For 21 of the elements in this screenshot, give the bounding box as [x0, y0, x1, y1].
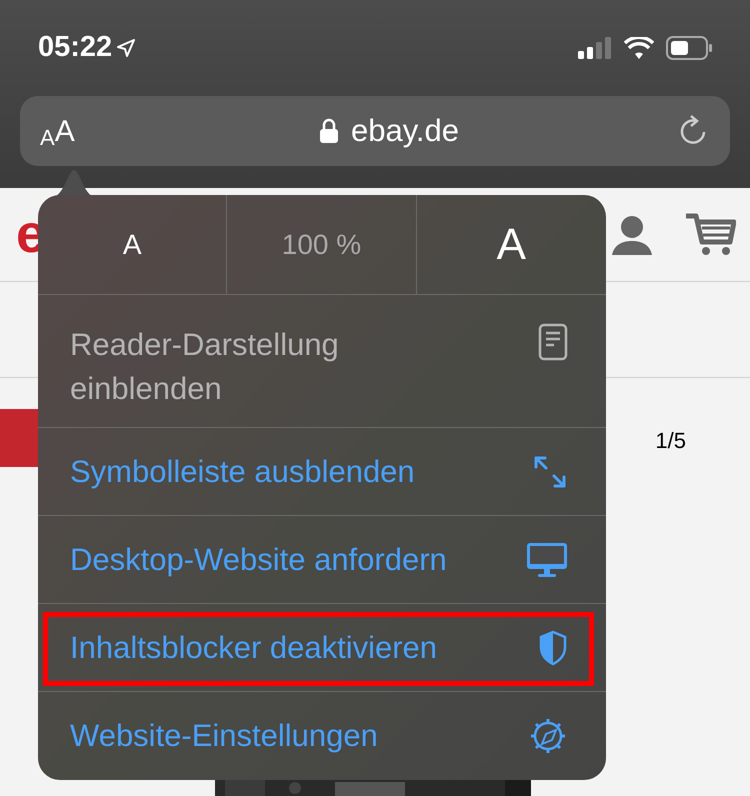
wifi-icon — [624, 37, 654, 59]
clock: 05:22 — [38, 30, 112, 66]
cart-icon[interactable] — [684, 212, 736, 256]
gear-icon — [528, 716, 568, 756]
menu-item[interactable]: Symbolleiste ausblenden — [38, 428, 606, 516]
menu-item[interactable]: Desktop-Website anfordern — [38, 516, 606, 604]
expand-icon — [532, 454, 568, 490]
increase-text-button[interactable]: A — [416, 195, 606, 294]
signal-icon — [578, 37, 612, 59]
monitor-icon — [526, 542, 568, 578]
menu-item[interactable]: Inhaltsblocker deaktivieren — [38, 604, 606, 692]
location-arrow-icon — [116, 38, 136, 58]
shield-icon — [538, 630, 568, 666]
slide-counter: 1/5 — [655, 427, 686, 455]
lock-icon — [318, 118, 339, 144]
menu-item[interactable]: Website-Einstellungen — [38, 692, 606, 780]
url-text: ebay.de — [350, 112, 459, 150]
zoom-level: 100 % — [227, 195, 417, 294]
document-icon — [538, 323, 568, 361]
battery-icon — [666, 36, 712, 60]
decrease-text-button[interactable]: A — [38, 195, 228, 294]
